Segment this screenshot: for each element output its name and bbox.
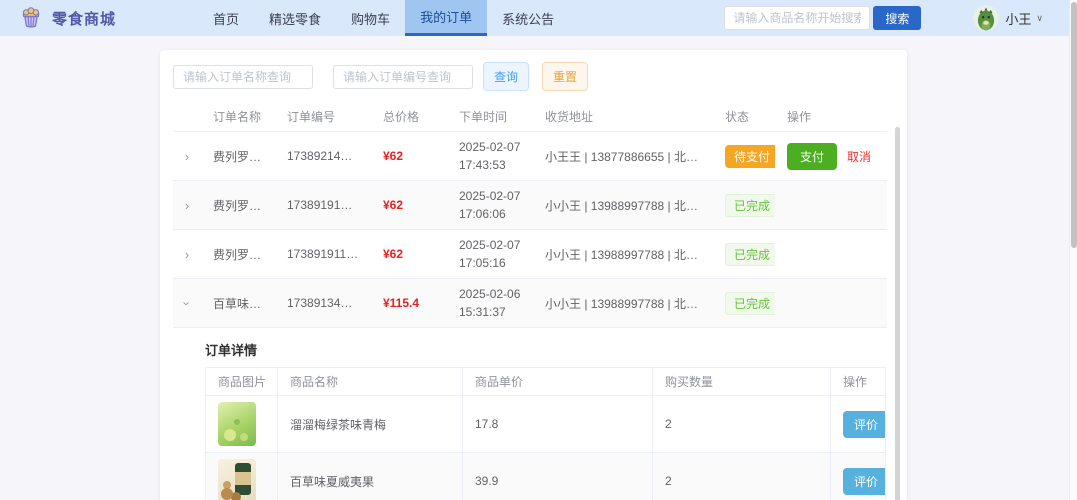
- main-nav: 首页精选零食购物车我的订单系统公告: [198, 0, 569, 36]
- review-button[interactable]: 评价: [843, 468, 886, 495]
- detail-column-header: 商品图片: [206, 368, 278, 396]
- order-time: 2025-02-0717:43:53: [447, 132, 533, 181]
- page: 零食商城 首页精选零食购物车我的订单系统公告 搜索 小王 ∨: [0, 0, 1077, 500]
- cupcake-logo-icon: [18, 5, 44, 31]
- product-price: 39.9: [463, 453, 653, 500]
- nav-item-4[interactable]: 系统公告: [487, 0, 569, 36]
- order-address: 小小王 | 13988997788 | 北京市朝阳区东...: [533, 230, 713, 279]
- user-menu[interactable]: 小王 ∨: [973, 0, 1043, 36]
- order-filters: 查询 重置: [173, 62, 894, 91]
- detail-column-header: 操作: [831, 368, 886, 396]
- pay-button[interactable]: 支付: [787, 143, 837, 170]
- search-button[interactable]: 搜索: [873, 6, 921, 30]
- order-detail-title: 订单详情: [205, 340, 887, 359]
- orders-table-wrap: 订单名称订单编号总价格下单时间收货地址状态操作 ›费列罗榛果威...173892…: [173, 102, 894, 500]
- order-time: 2025-02-0615:31:37: [447, 279, 533, 328]
- order-actions: [775, 230, 887, 279]
- table-scrollbar[interactable]: [895, 127, 900, 500]
- table-scrollbar-thumb[interactable]: [895, 127, 900, 500]
- order-time: 2025-02-0717:06:06: [447, 181, 533, 230]
- order-price: ¥115.4: [371, 279, 447, 328]
- column-header: 总价格: [371, 102, 447, 132]
- order-row: › 费列罗榛果威...1738921433972¥622025-02-0717:4…: [173, 132, 887, 181]
- page-scrollbar-thumb[interactable]: [1071, 2, 1077, 248]
- order-row: › 费列罗榛果威...1738919166444¥622025-02-0717:0…: [173, 181, 887, 230]
- order-name: 费列罗榛果威...: [201, 230, 275, 279]
- order-detail-row: 订单详情商品图片商品名称商品单价购买数量操作溜溜梅绿茶味青梅17.82评价百草味…: [173, 328, 887, 500]
- order-address: 小王王 | 13877886655 | 北京市大兴区枫...: [533, 132, 713, 181]
- column-header: 下单时间: [447, 102, 533, 132]
- column-header: 订单编号: [275, 102, 371, 132]
- status-badge: 待支付: [725, 145, 775, 168]
- order-name: 费列罗榛果威...: [201, 132, 275, 181]
- brand-title: 零食商城: [52, 8, 116, 29]
- avatar: [973, 5, 999, 31]
- order-address: 小小王 | 13988997788 | 北京市朝阳区东...: [533, 181, 713, 230]
- status-badge: 已完成: [725, 194, 775, 217]
- product-quantity: 2: [653, 396, 831, 453]
- order-time: 2025-02-0717:05:16: [447, 230, 533, 279]
- product-image: [218, 402, 256, 446]
- status-badge: 已完成: [725, 243, 775, 266]
- expand-chevron-icon[interactable]: ›: [185, 198, 189, 213]
- detail-column-header: 购买数量: [653, 368, 831, 396]
- order-actions: [775, 181, 887, 230]
- order-number: 1738919166444: [275, 181, 371, 230]
- order-number: 1738919116577: [275, 230, 371, 279]
- order-name: 费列罗榛果威...: [201, 181, 275, 230]
- detail-product-row: 溜溜梅绿茶味青梅17.82 评价: [206, 396, 886, 453]
- detail-product-row: 百草味夏威夷果39.92 评价: [206, 453, 886, 500]
- order-price: ¥62: [371, 230, 447, 279]
- order-row: › 百草味夏威夷...1738913497477¥115.42025-02-061…: [173, 279, 887, 328]
- product-name: 百草味夏威夷果: [278, 453, 463, 500]
- page-body: 查询 重置 订单名称订单编号总价格下单时间收货地址状态操作 ›费列罗榛果威...…: [0, 36, 1077, 500]
- product-price: 17.8: [463, 396, 653, 453]
- order-price: ¥62: [371, 132, 447, 181]
- status-badge: 已完成: [725, 292, 775, 315]
- query-button[interactable]: 查询: [483, 62, 529, 91]
- nav-item-3[interactable]: 我的订单: [405, 0, 487, 36]
- order-actions: 支付取消: [775, 132, 887, 181]
- product-image: [218, 459, 256, 500]
- header-search: 搜索: [724, 0, 921, 36]
- expand-column-header: [173, 102, 201, 132]
- nav-item-1[interactable]: 精选零食: [254, 0, 336, 36]
- product-quantity: 2: [653, 453, 831, 500]
- column-header: 状态: [713, 102, 775, 132]
- column-header: 订单名称: [201, 102, 275, 132]
- brand[interactable]: 零食商城: [18, 0, 116, 36]
- order-actions: [775, 279, 887, 328]
- table-header-row: 订单名称订单编号总价格下单时间收货地址状态操作: [173, 102, 887, 132]
- review-button[interactable]: 评价: [843, 411, 886, 438]
- orders-table: 订单名称订单编号总价格下单时间收货地址状态操作 ›费列罗榛果威...173892…: [173, 102, 887, 500]
- orders-table-body: › 费列罗榛果威...1738921433972¥622025-02-0717:4…: [173, 132, 887, 500]
- orders-card: 查询 重置 订单名称订单编号总价格下单时间收货地址状态操作 ›费列罗榛果威...…: [160, 50, 907, 500]
- search-input[interactable]: [724, 6, 870, 30]
- order-row: › 费列罗榛果威...1738919116577¥622025-02-0717:0…: [173, 230, 887, 279]
- expand-chevron-icon[interactable]: ›: [185, 149, 189, 164]
- top-navbar: 零食商城 首页精选零食购物车我的订单系统公告 搜索 小王 ∨: [0, 0, 1077, 36]
- nav-item-2[interactable]: 购物车: [336, 0, 405, 36]
- expand-chevron-icon[interactable]: ›: [185, 247, 189, 262]
- chevron-down-icon: ∨: [1036, 13, 1043, 24]
- page-scrollbar[interactable]: [1069, 0, 1077, 500]
- order-detail-table: 商品图片商品名称商品单价购买数量操作溜溜梅绿茶味青梅17.82评价百草味夏威夷果…: [205, 367, 886, 500]
- nav-item-0[interactable]: 首页: [198, 0, 254, 36]
- order-name: 百草味夏威夷...: [201, 279, 275, 328]
- cancel-button[interactable]: 取消: [847, 150, 871, 164]
- column-header: 操作: [775, 102, 887, 132]
- order-address: 小小王 | 13988997788 | 北京市朝阳区东...: [533, 279, 713, 328]
- order-number-filter-input[interactable]: [333, 65, 473, 89]
- detail-column-header: 商品单价: [463, 368, 653, 396]
- product-name: 溜溜梅绿茶味青梅: [278, 396, 463, 453]
- column-header: 收货地址: [533, 102, 713, 132]
- detail-column-header: 商品名称: [278, 368, 463, 396]
- order-number: 1738913497477: [275, 279, 371, 328]
- order-price: ¥62: [371, 181, 447, 230]
- expand-chevron-icon[interactable]: ›: [180, 301, 195, 305]
- order-number: 1738921433972: [275, 132, 371, 181]
- reset-button[interactable]: 重置: [542, 62, 588, 91]
- order-name-filter-input[interactable]: [173, 65, 313, 89]
- username: 小王: [1005, 9, 1031, 28]
